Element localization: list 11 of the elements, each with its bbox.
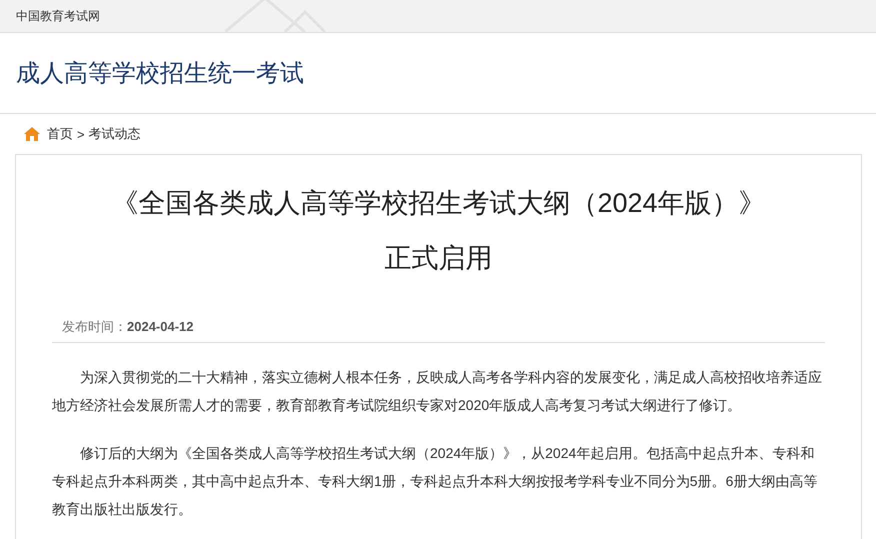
article-paragraph: 为深入贯彻党的二十大精神，落实立德树人根本任务，反映成人高考各学科内容的发展变化，满足成人高校招收培养适应地方经济社会发展所需人才的需要，教育部教育考试院组织专家对2020年版成人高考复习考试大纲进行了修订。 <box>52 368 823 415</box>
breadcrumb-separator: > <box>77 126 85 142</box>
publish-date: 发布时间：2024-04-12 <box>52 318 825 343</box>
site-section-title: 成人高等学校招生统一考试 <box>16 59 304 89</box>
breadcrumb-link[interactable]: 首页 <box>47 125 73 143</box>
site-name[interactable]: 中国教育考试网 <box>16 8 100 24</box>
article-paragraph: 修订后的大纲为《全国各类成人高等学校招生考试大纲（2024年版）》，从2024年起启用。包括高中起点升本、专科和专科起点升本科两类，其中高中起点升本、专科大纲1册，专科起点升本科大纲按报考学科专业不同分为5册。6册大纲由高等教育出版社出版发行。 <box>52 444 818 519</box>
home-icon <box>24 127 40 141</box>
article-title: 正式启用 <box>384 242 492 275</box>
breadcrumb-link[interactable]: 考试动态 <box>88 125 141 143</box>
article-title: 《全国各类成人高等学校招生考试大纲（2024年版）》 <box>111 187 766 220</box>
